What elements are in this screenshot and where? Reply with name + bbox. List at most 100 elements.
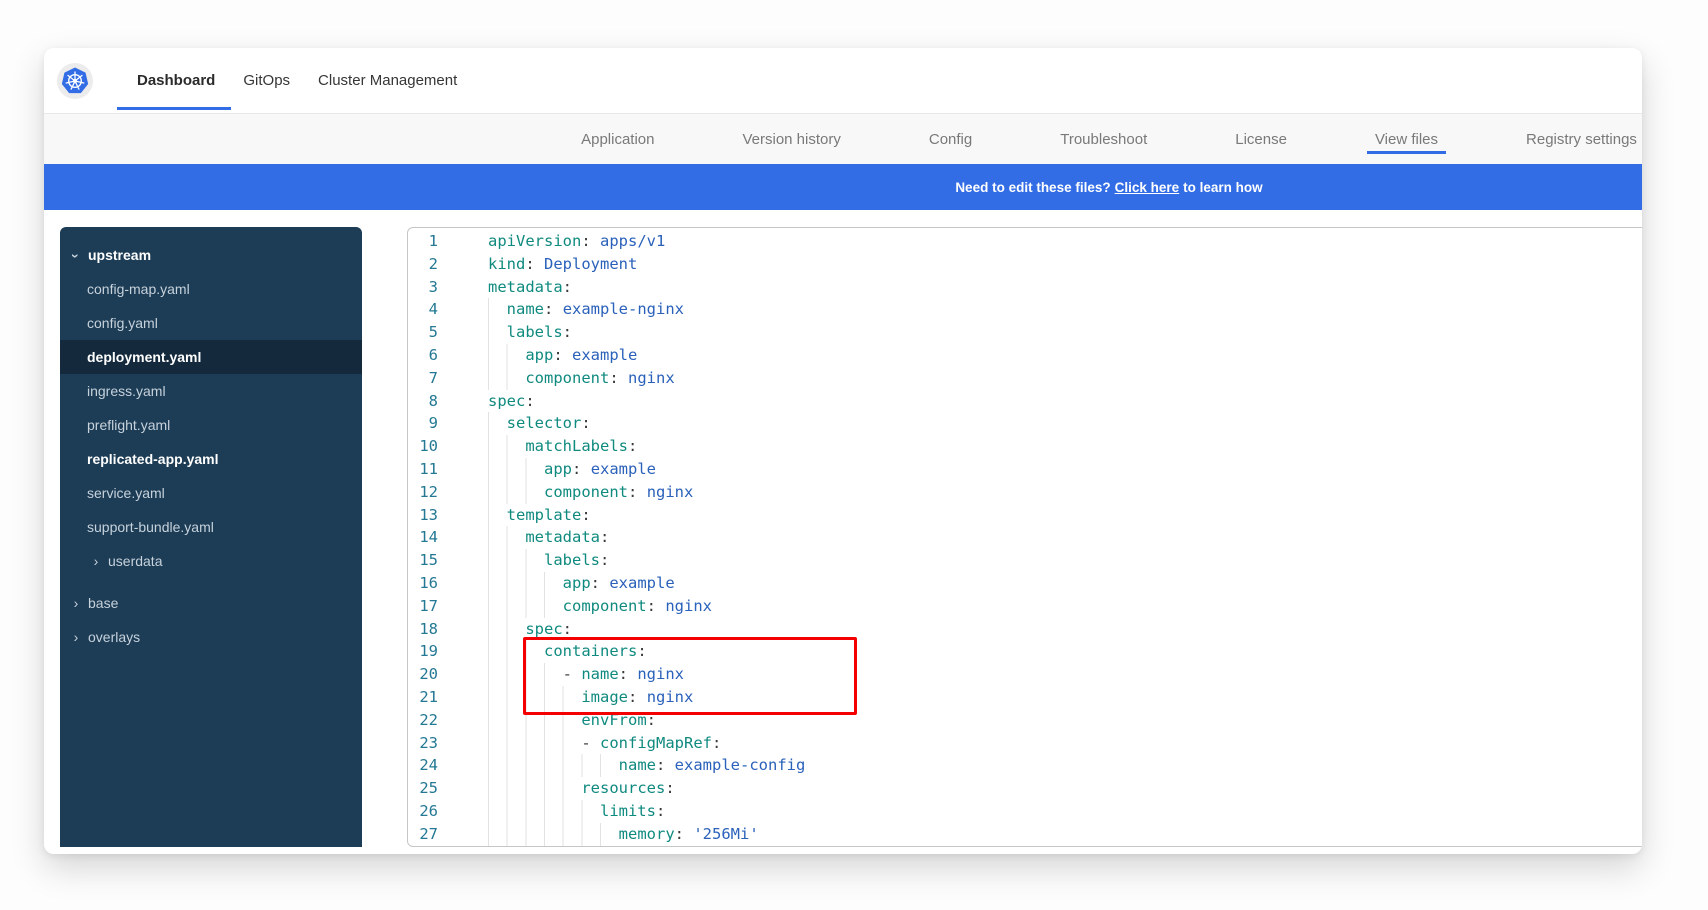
line-number: 3 — [408, 276, 438, 299]
code-text: metadata: — [488, 276, 572, 299]
code-text: - configMapRef: — [488, 732, 721, 755]
code-line: 16 app: example — [408, 572, 1642, 595]
code-text: containers: — [488, 640, 647, 663]
line-number: 7 — [408, 367, 438, 390]
line-number: 15 — [408, 549, 438, 572]
primary-nav-bar: Dashboard GitOps Cluster Management — [44, 48, 1642, 113]
tree-file-config-map-yaml[interactable]: config-map.yaml — [60, 272, 362, 306]
tree-item-label: config-map.yaml — [87, 281, 190, 297]
code-line: 19 containers: — [408, 640, 1642, 663]
code-line: 11 app: example — [408, 458, 1642, 481]
tab-application[interactable]: Application — [581, 114, 654, 164]
view-files-main: › upstream config-map.yaml config.yaml deplo… — [44, 210, 1642, 854]
tree-folder-upstream[interactable]: › upstream — [60, 238, 362, 272]
line-number: 4 — [408, 298, 438, 321]
line-number: 9 — [408, 412, 438, 435]
chevron-right-icon: › — [70, 629, 82, 645]
tree-file-ingress-yaml[interactable]: ingress.yaml — [60, 374, 362, 408]
code-text: app: example — [488, 572, 675, 595]
tree-item-label: base — [88, 595, 118, 611]
code-text: name: example-nginx — [488, 298, 684, 321]
tree-file-service-yaml[interactable]: service.yaml — [60, 476, 362, 510]
code-line: 17 component: nginx — [408, 595, 1642, 618]
code-line: 22 envFrom: — [408, 709, 1642, 732]
nav-item-cluster-management[interactable]: Cluster Management — [318, 48, 457, 113]
code-line: 20 - name: nginx — [408, 663, 1642, 686]
code-text: template: — [488, 504, 591, 527]
line-number: 19 — [408, 640, 438, 663]
code-text: selector: — [488, 412, 591, 435]
chevron-right-icon: › — [90, 553, 102, 569]
tree-file-support-bundle-yaml[interactable]: support-bundle.yaml — [60, 510, 362, 544]
chevron-right-icon: › — [70, 595, 82, 611]
line-number: 23 — [408, 732, 438, 755]
code-text: image: nginx — [488, 686, 693, 709]
tab-version-history[interactable]: Version history — [742, 114, 840, 164]
nav-item-gitops[interactable]: GitOps — [243, 48, 290, 113]
code-line: 8spec: — [408, 390, 1642, 413]
code-text: memory: '256Mi' — [488, 823, 759, 846]
line-number: 13 — [408, 504, 438, 527]
code-text: resources: — [488, 777, 675, 800]
code-text: labels: — [488, 549, 609, 572]
tree-item-label: preflight.yaml — [87, 417, 170, 433]
line-number: 2 — [408, 253, 438, 276]
tab-view-files[interactable]: View files — [1375, 114, 1438, 164]
code-text: matchLabels: — [488, 435, 637, 458]
code-text: apiVersion: apps/v1 — [488, 230, 665, 253]
code-text: app: example — [488, 344, 637, 367]
line-number: 22 — [408, 709, 438, 732]
tree-item-label: support-bundle.yaml — [87, 519, 214, 535]
code-line: 15 labels: — [408, 549, 1642, 572]
code-line: 26 limits: — [408, 800, 1642, 823]
code-line: 3 metadata: — [408, 276, 1642, 299]
code-line: 2kind: Deployment — [408, 253, 1642, 276]
code-line: 5 labels: — [408, 321, 1642, 344]
line-number: 27 — [408, 823, 438, 846]
code-line: 27 memory: '256Mi' — [408, 823, 1642, 846]
line-number: 1 — [408, 230, 438, 253]
code-text: name: example-config — [488, 754, 805, 777]
line-number: 5 — [408, 321, 438, 344]
code-text: spec: — [488, 618, 572, 641]
tree-item-label: replicated-app.yaml — [87, 451, 219, 467]
tab-license[interactable]: License — [1235, 114, 1287, 164]
tree-item-label: ingress.yaml — [87, 383, 166, 399]
app-content: Dashboard GitOps Cluster Management Applic… — [44, 48, 1642, 854]
banner-text-after: to learn how — [1183, 180, 1263, 195]
code-lines: 1 apiVersion: apps/v12kind: Deployment3 me… — [408, 230, 1642, 846]
tree-folder-base[interactable]: › base — [60, 586, 362, 620]
tab-troubleshoot[interactable]: Troubleshoot — [1060, 114, 1147, 164]
code-line: 6 app: example — [408, 344, 1642, 367]
chevron-down-icon: › — [68, 250, 84, 262]
code-text: component: nginx — [488, 595, 712, 618]
tree-folder-userdata[interactable]: ›userdata — [60, 544, 362, 578]
tree-folder-overlays[interactable]: ›overlays — [60, 620, 362, 654]
banner-click-here-link[interactable]: Click here — [1115, 180, 1180, 195]
tree-item-label: config.yaml — [87, 315, 158, 331]
banner-text-before: Need to edit these files? — [955, 180, 1110, 195]
tree-file-replicated-app-yaml[interactable]: replicated-app.yaml — [60, 442, 362, 476]
tree-file-deployment-yaml[interactable]: deployment.yaml — [60, 340, 362, 374]
line-number: 20 — [408, 663, 438, 686]
yaml-editor[interactable]: 1 apiVersion: apps/v12kind: Deployment3 me… — [407, 227, 1642, 847]
tree-file-preflight-yaml[interactable]: preflight.yaml — [60, 408, 362, 442]
code-line: 21 image: nginx — [408, 686, 1642, 709]
code-line: 10 matchLabels: — [408, 435, 1642, 458]
code-line: 18 spec: — [408, 618, 1642, 641]
code-text: - name: nginx — [488, 663, 684, 686]
code-line: 13 template: — [408, 504, 1642, 527]
code-text: limits: — [488, 800, 665, 823]
tree-item-label: service.yaml — [87, 485, 165, 501]
code-text: metadata: — [488, 526, 609, 549]
app-window: Dashboard GitOps Cluster Management Applic… — [44, 48, 1642, 854]
file-tree-sidebar: › upstream config-map.yaml config.yaml deplo… — [60, 227, 362, 847]
nav-item-dashboard[interactable]: Dashboard — [137, 48, 215, 113]
tree-file-config-yaml[interactable]: config.yaml — [60, 306, 362, 340]
tab-config[interactable]: Config — [929, 114, 972, 164]
line-number: 14 — [408, 526, 438, 549]
tree-item-label: upstream — [88, 247, 151, 263]
app-tabs: Application Version history Config Troubles… — [44, 113, 1642, 164]
tab-registry-settings[interactable]: Registry settings — [1526, 114, 1637, 164]
edit-files-banner: Need to edit these files? Click here to … — [44, 164, 1642, 210]
